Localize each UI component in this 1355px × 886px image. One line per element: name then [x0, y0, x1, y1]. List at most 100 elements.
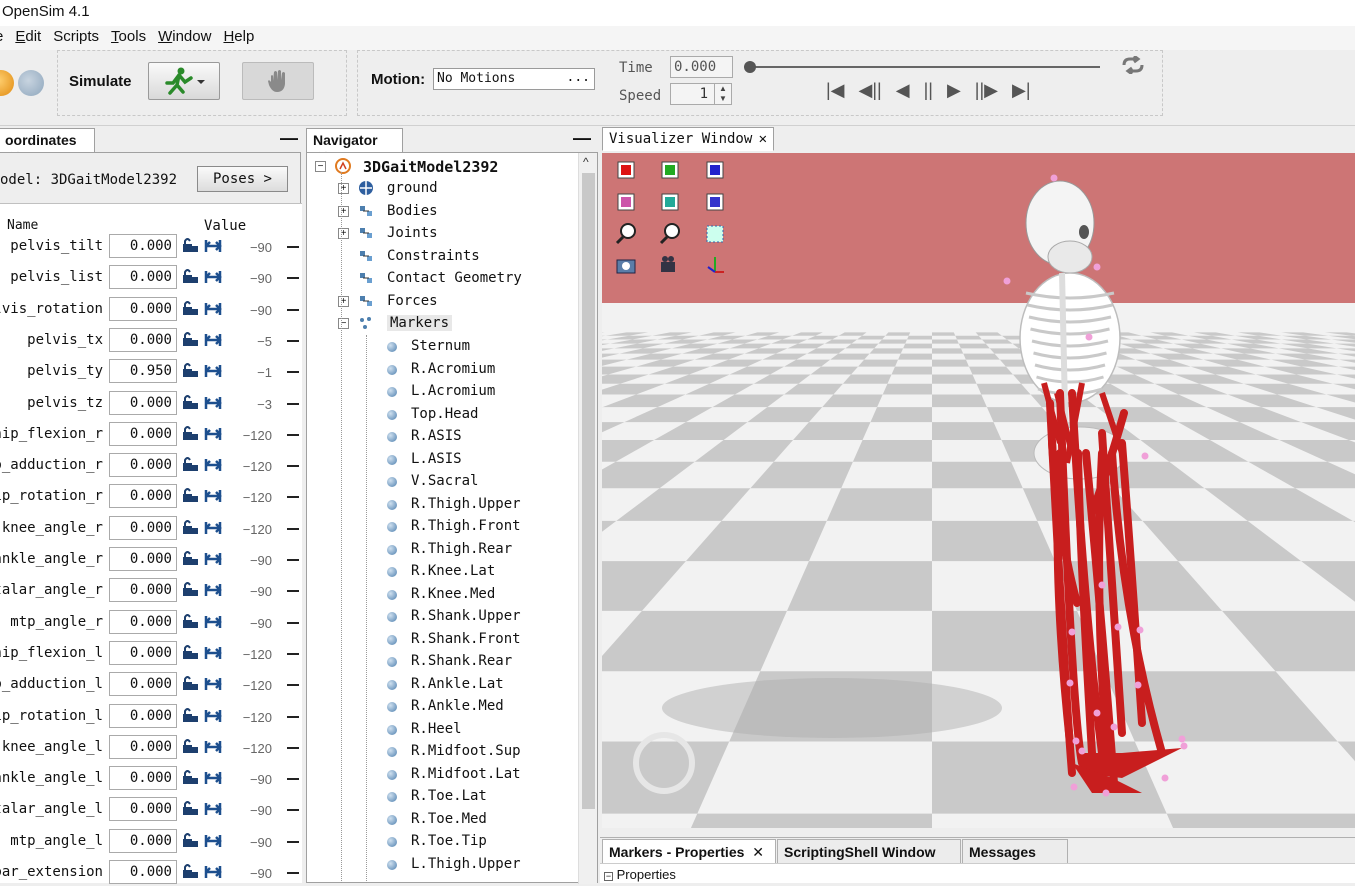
coordinate-slider[interactable]	[287, 872, 299, 874]
coordinate-lock-icon[interactable]	[182, 769, 226, 790]
tree-root-model[interactable]: − 3DGaitModel2392	[313, 155, 573, 177]
coordinate-lock-icon[interactable]	[182, 644, 226, 665]
tab-coordinates[interactable]: oordinates ✕	[0, 128, 95, 164]
coordinate-slider[interactable]	[287, 746, 299, 749]
coordinate-lock-icon[interactable]	[182, 800, 226, 821]
run-simulation-button[interactable]	[148, 62, 220, 100]
menu-tools[interactable]: Tools	[111, 28, 146, 50]
tree-node-forces[interactable]: + Forces	[336, 290, 566, 312]
play-icon[interactable]: ▶	[947, 80, 961, 101]
scene-3d[interactable]	[602, 153, 1355, 828]
collapse-icon[interactable]: −	[315, 161, 326, 172]
tree-marker-item[interactable]: R.Thigh.Upper	[384, 493, 574, 515]
tree-marker-item[interactable]: R.Midfoot.Lat	[384, 763, 574, 785]
coordinate-slider[interactable]	[287, 809, 299, 812]
close-icon[interactable]: ✕	[759, 131, 767, 147]
coordinate-lock-icon[interactable]	[182, 707, 226, 728]
coordinate-slider[interactable]	[287, 433, 299, 436]
coordinate-value-field[interactable]: 0.000	[109, 860, 177, 884]
coordinate-slider[interactable]	[287, 715, 299, 718]
coordinate-lock-icon[interactable]	[182, 550, 226, 571]
coordinate-value-field[interactable]: 0.000	[109, 296, 177, 321]
tab-visualizer[interactable]: Visualizer Window ✕	[602, 127, 774, 151]
scrollbar-thumb[interactable]	[582, 173, 595, 809]
tree-marker-item[interactable]: L.Thigh.Upper	[384, 853, 574, 875]
visualizer-canvas[interactable]	[602, 153, 1355, 828]
expand-icon[interactable]: +	[338, 295, 349, 307]
coordinate-slider[interactable]	[287, 371, 299, 374]
time-slider-knob[interactable]	[744, 61, 756, 73]
tab-navigator[interactable]: Navigator ✕	[306, 128, 403, 164]
tree-marker-item[interactable]: R.Shank.Upper	[384, 605, 574, 627]
coordinate-value-field[interactable]: 0.000	[109, 265, 177, 290]
step-back-icon[interactable]: ◀||	[859, 80, 882, 101]
go-to-end-icon[interactable]: ▶|	[1012, 80, 1031, 101]
tree-marker-item[interactable]: R.Ankle.Lat	[384, 673, 574, 695]
coordinate-lock-icon[interactable]	[182, 863, 226, 884]
coordinate-value-field[interactable]: 0.000	[109, 672, 177, 697]
coordinate-lock-icon[interactable]	[182, 268, 226, 289]
tree-marker-item[interactable]: V.Sacral	[384, 470, 574, 492]
tree-marker-item[interactable]: R.Shank.Rear	[384, 650, 574, 672]
coordinate-slider[interactable]	[287, 621, 299, 624]
motion-select[interactable]: No Motions ...	[433, 68, 595, 90]
coordinate-lock-icon[interactable]	[182, 613, 226, 634]
tree-marker-item[interactable]: R.ASIS	[384, 425, 574, 447]
poses-button[interactable]: Poses >	[197, 166, 288, 192]
coordinate-slider[interactable]	[287, 778, 299, 781]
loop-icon[interactable]	[1120, 56, 1146, 74]
stop-simulation-button[interactable]	[242, 62, 314, 100]
coordinate-value-field[interactable]: 0.000	[109, 766, 177, 791]
collapse-icon[interactable]: −	[604, 872, 613, 881]
tree-marker-item[interactable]: R.Toe.Lat	[384, 785, 574, 807]
expand-icon[interactable]: +	[338, 205, 349, 217]
coordinate-value-field[interactable]: 0.000	[109, 484, 177, 509]
tree-marker-item[interactable]: Sternum	[384, 335, 574, 357]
coordinate-value-field[interactable]: 0.000	[109, 640, 177, 665]
tree-marker-item[interactable]: Top.Head	[384, 403, 574, 425]
coordinate-lock-icon[interactable]	[182, 832, 226, 853]
coordinate-value-field[interactable]: 0.000	[109, 327, 177, 352]
close-icon[interactable]: ✕	[752, 844, 764, 860]
coordinate-lock-icon[interactable]	[182, 487, 226, 508]
coordinate-slider[interactable]	[287, 652, 299, 655]
coordinate-value-field[interactable]: 0.000	[109, 515, 177, 540]
minimize-coordinates-icon[interactable]: —	[280, 128, 298, 149]
coordinate-value-field[interactable]: 0.950	[109, 359, 177, 384]
coordinate-slider[interactable]	[287, 527, 299, 530]
tree-node-constraints[interactable]: Constraints	[336, 245, 566, 267]
tree-marker-item[interactable]: L.Acromium	[384, 380, 574, 402]
coordinate-lock-icon[interactable]	[182, 581, 226, 602]
scroll-up-icon[interactable]: ^	[583, 155, 589, 169]
coordinate-slider[interactable]	[287, 684, 299, 687]
coordinate-slider[interactable]	[287, 277, 299, 280]
menu-edit[interactable]: Edit	[15, 28, 41, 50]
coordinate-slider[interactable]	[287, 559, 299, 561]
coordinate-lock-icon[interactable]	[182, 300, 226, 321]
coordinate-value-field[interactable]: 0.000	[109, 734, 177, 759]
tree-marker-item[interactable]: R.Shank.Front	[384, 628, 574, 650]
coordinate-value-field[interactable]: 0.000	[109, 578, 177, 603]
tree-node-markers[interactable]: − Markers	[336, 312, 566, 334]
minimize-navigator-icon[interactable]: —	[573, 128, 591, 149]
tree-marker-item[interactable]: R.Thigh.Rear	[384, 538, 574, 560]
menu-window[interactable]: Window	[158, 28, 211, 50]
coordinate-value-field[interactable]: 0.000	[109, 828, 177, 853]
coordinate-value-field[interactable]: 0.000	[109, 421, 177, 446]
coordinate-lock-icon[interactable]	[182, 738, 226, 759]
coordinate-slider[interactable]	[287, 465, 299, 468]
time-field[interactable]: 0.000	[670, 56, 733, 78]
tree-node-ground[interactable]: + ground	[336, 177, 566, 199]
tree-marker-item[interactable]: R.Knee.Lat	[384, 560, 574, 582]
coordinate-value-field[interactable]: 0.000	[109, 453, 177, 478]
tree-marker-item[interactable]: R.Ankle.Med	[384, 695, 574, 717]
coordinate-value-field[interactable]: 0.000	[109, 797, 177, 822]
coordinate-slider[interactable]	[287, 590, 299, 593]
menu-scripts[interactable]: Scripts	[53, 28, 99, 50]
go-to-start-icon[interactable]: |◀	[826, 80, 845, 101]
coordinate-lock-icon[interactable]	[182, 425, 226, 446]
coordinate-value-field[interactable]: 0.000	[109, 390, 177, 415]
tab-markers-properties[interactable]: Markers - Properties ✕	[602, 839, 776, 864]
step-forward-icon[interactable]: ||▶	[975, 80, 998, 101]
coordinate-value-field[interactable]: 0.000	[109, 703, 177, 728]
